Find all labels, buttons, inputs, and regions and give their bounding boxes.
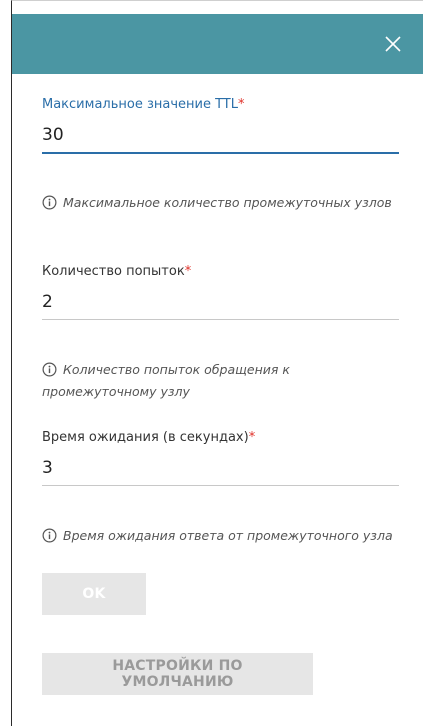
attempts-field: Количество попыток*: [42, 263, 399, 320]
timeout-label: Время ожидания (в секундах)*: [42, 429, 399, 447]
ttl-hint: Максимальное количество промежуточных уз…: [42, 192, 407, 214]
required-mark: *: [248, 430, 256, 445]
required-mark: *: [238, 97, 245, 112]
close-icon[interactable]: [383, 34, 403, 54]
timeout-field: Время ожидания (в секундах)*: [42, 429, 399, 486]
attempts-label: Количество попыток*: [42, 263, 399, 281]
attempts-label-text: Количество попыток: [42, 264, 185, 279]
info-icon: [42, 528, 57, 543]
ttl-label-text: Максимальное значение TTL: [42, 97, 238, 112]
ttl-hint-text: Максимальное количество промежуточных уз…: [63, 195, 392, 210]
attempts-input[interactable]: [42, 285, 399, 320]
timeout-hint-text: Время ожидания ответа от промежуточного …: [63, 528, 393, 543]
ok-button[interactable]: OK: [42, 573, 146, 615]
attempts-hint-text: Количество попыток обращения к промежуто…: [42, 362, 290, 399]
info-icon: [42, 362, 57, 377]
timeout-hint: Время ожидания ответа от промежуточного …: [42, 525, 407, 547]
restore-defaults-button[interactable]: НАСТРОЙКИ ПО УМОЛЧАНИЮ: [42, 653, 313, 695]
settings-dialog: Максимальное значение TTL* Максимальное …: [11, 0, 423, 726]
attempts-hint: Количество попыток обращения к промежуто…: [42, 359, 407, 403]
ttl-input[interactable]: [42, 118, 399, 154]
ttl-label: Максимальное значение TTL*: [42, 96, 399, 114]
timeout-label-text: Время ожидания (в секундах): [42, 430, 249, 445]
ttl-field: Максимальное значение TTL*: [42, 96, 399, 154]
dialog-header: [12, 14, 423, 74]
info-icon: [42, 195, 57, 210]
timeout-input[interactable]: [42, 451, 399, 486]
required-mark: *: [184, 264, 192, 279]
